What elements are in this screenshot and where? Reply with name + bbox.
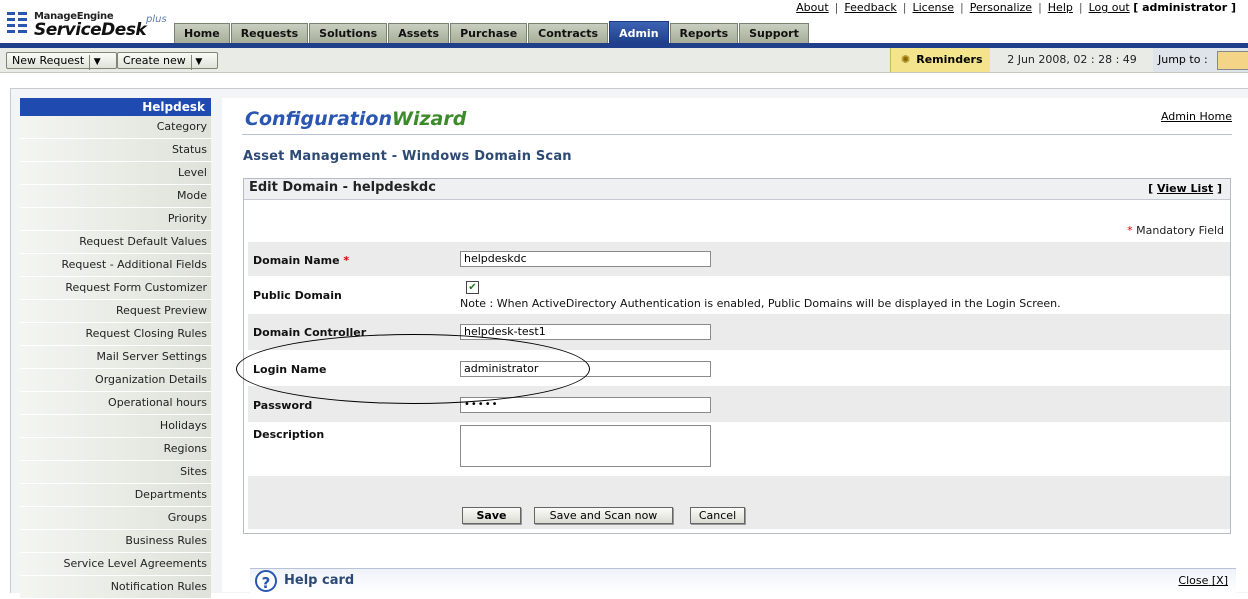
sidebar-item-organization-details[interactable]: Organization Details [20,369,211,392]
wizard-title-part2: Wizard [391,108,467,130]
tab-home[interactable]: Home [174,23,230,43]
link-logout[interactable]: Log out [1089,1,1130,14]
description-row: Description [248,422,1230,476]
sidebar-item-request-closing-rules[interactable]: Request Closing Rules [20,323,211,346]
sidebar-item-mail-server-settings[interactable]: Mail Server Settings [20,346,211,369]
cancel-button[interactable]: Cancel [690,507,745,524]
sidebar-item-request-form-customizer[interactable]: Request Form Customizer [20,277,211,300]
current-user: [ administrator ] [1133,1,1236,14]
sidebar-item-business-rules[interactable]: Business Rules [20,530,211,553]
tab-solutions[interactable]: Solutions [309,23,388,43]
reminders-button[interactable]: ✺ Reminders [890,48,990,72]
configuration-wizard-title: ConfigurationWizard [245,108,466,130]
main-tabs: Home Requests Solutions Assets Purchase … [174,21,810,43]
sidebar-item-departments[interactable]: Departments [20,484,211,507]
help-card-title: Help card [284,573,355,588]
sidebar-item-notification-rules[interactable]: Notification Rules [20,576,211,599]
link-about[interactable]: About [796,1,829,14]
page-subtitle: Asset Management - Windows Domain Scan [243,149,572,164]
sidebar-heading: Helpdesk [20,98,211,116]
jump-to-select[interactable] [1217,51,1248,70]
chevron-down-icon: ▼ [190,55,206,70]
tab-requests[interactable]: Requests [230,23,309,43]
wizard-divider [242,134,1232,135]
link-help[interactable]: Help [1048,1,1073,14]
public-domain-label: Public Domain [253,289,342,302]
sidebar-item-category[interactable]: Category [20,116,211,139]
domain-name-label: Domain Name * [253,254,350,267]
tab-contracts[interactable]: Contracts [528,23,609,43]
sidebar-item-operational-hours[interactable]: Operational hours [20,392,211,415]
password-input[interactable]: ••••• [460,397,711,413]
wizard-title-part1: Configuration [245,108,392,130]
sidebar-item-service-level-agreements[interactable]: Service Level Agreements [20,553,211,576]
new-request-label: New Request [12,54,85,67]
sidebar-item-level[interactable]: Level [20,162,211,185]
help-card: ? Help card Close [X] [250,568,1236,593]
public-domain-checkbox[interactable]: ✔ [466,281,479,294]
domain-name-row: Domain Name * helpdeskdc [248,242,1230,276]
tab-purchase[interactable]: Purchase [450,23,528,43]
tab-admin[interactable]: Admin [609,21,669,43]
create-new-label: Create new [123,54,186,67]
tab-support[interactable]: Support [739,23,809,43]
description-textarea[interactable] [460,425,711,467]
description-label: Description [253,428,325,441]
edit-domain-panel: Edit Domain - helpdeskdc [ View List ] *… [243,178,1231,534]
domain-controller-label: Domain Controller [253,326,367,339]
sidebar-item-groups[interactable]: Groups [20,507,211,530]
login-name-row: Login Name administrator [248,350,1230,386]
link-personalize[interactable]: Personalize [970,1,1032,14]
sidebar-item-request-default-values[interactable]: Request Default Values [20,231,211,254]
tab-reports[interactable]: Reports [669,23,739,43]
view-list-link[interactable]: View List [1157,182,1213,195]
new-request-dropdown[interactable]: New Request ▼ [6,52,117,70]
domain-controller-input[interactable]: helpdesk-test1 [460,324,711,340]
brand-big: ServiceDesk [34,20,147,40]
logo-icon [7,10,27,35]
sidebar-item-request-preview[interactable]: Request Preview [20,300,211,323]
jump-to-label: Jump to : [1158,53,1208,66]
jump-to: Jump to : [1153,48,1248,72]
admin-home-link[interactable]: Admin Home [1161,110,1232,123]
password-row: Password ••••• [248,386,1230,422]
sidebar-item-regions[interactable]: Regions [20,438,211,461]
form-buttons-row: Save Save and Scan now Cancel [248,476,1230,529]
view-list: [ View List ] [1148,182,1222,195]
sidebar-item-holidays[interactable]: Holidays [20,415,211,438]
login-name-input[interactable]: administrator [460,361,711,377]
sidebar-item-request-additional-fields[interactable]: Request - Additional Fields [20,254,211,277]
edit-domain-header: Edit Domain - helpdeskdc [ View List ] [244,179,1230,200]
domain-controller-row: Domain Controller helpdesk-test1 [248,314,1230,350]
save-button[interactable]: Save [462,507,521,524]
admin-sidebar: Helpdesk Category Status Level Mode Prio… [20,98,211,599]
help-question-icon: ? [255,570,277,592]
link-feedback[interactable]: Feedback [844,1,896,14]
chevron-down-icon: ▼ [89,55,104,70]
mandatory-note-label: Mandatory Field [1136,224,1224,237]
reminders-label: Reminders [916,53,983,66]
app-header: ManageEngine ServiceDesk plus About | Feed… [0,0,1248,46]
public-domain-note: Note : When ActiveDirectory Authenticati… [460,297,1061,310]
mandatory-field-note: * Mandatory Field [1127,224,1224,237]
sidebar-item-status[interactable]: Status [20,139,211,162]
reminder-bell-icon: ✺ [901,53,911,66]
domain-name-input[interactable]: helpdeskdc [460,251,711,267]
link-license[interactable]: License [913,1,954,14]
top-links: About | Feedback | License | Personalize | Help |… [796,1,1236,14]
public-domain-row: Public Domain ✔ Note : When ActiveDirect… [248,276,1230,314]
sidebar-item-priority[interactable]: Priority [20,208,211,231]
create-new-dropdown[interactable]: Create new ▼ [117,52,218,70]
password-label: Password [253,399,313,412]
help-card-close[interactable]: Close [X] [1178,574,1228,587]
login-name-label: Login Name [253,363,327,376]
sidebar-item-sites[interactable]: Sites [20,461,211,484]
sidebar-item-mode[interactable]: Mode [20,185,211,208]
main-content: ConfigurationWizard Admin Home Asset Man… [222,98,1248,593]
tab-assets[interactable]: Assets [388,23,450,43]
save-and-scan-button[interactable]: Save and Scan now [534,507,673,524]
edit-domain-title: Edit Domain - helpdeskdc [249,180,436,195]
brand-plus: plus [146,14,167,25]
current-datetime: 2 Jun 2008, 02 : 28 : 49 [1007,53,1137,66]
